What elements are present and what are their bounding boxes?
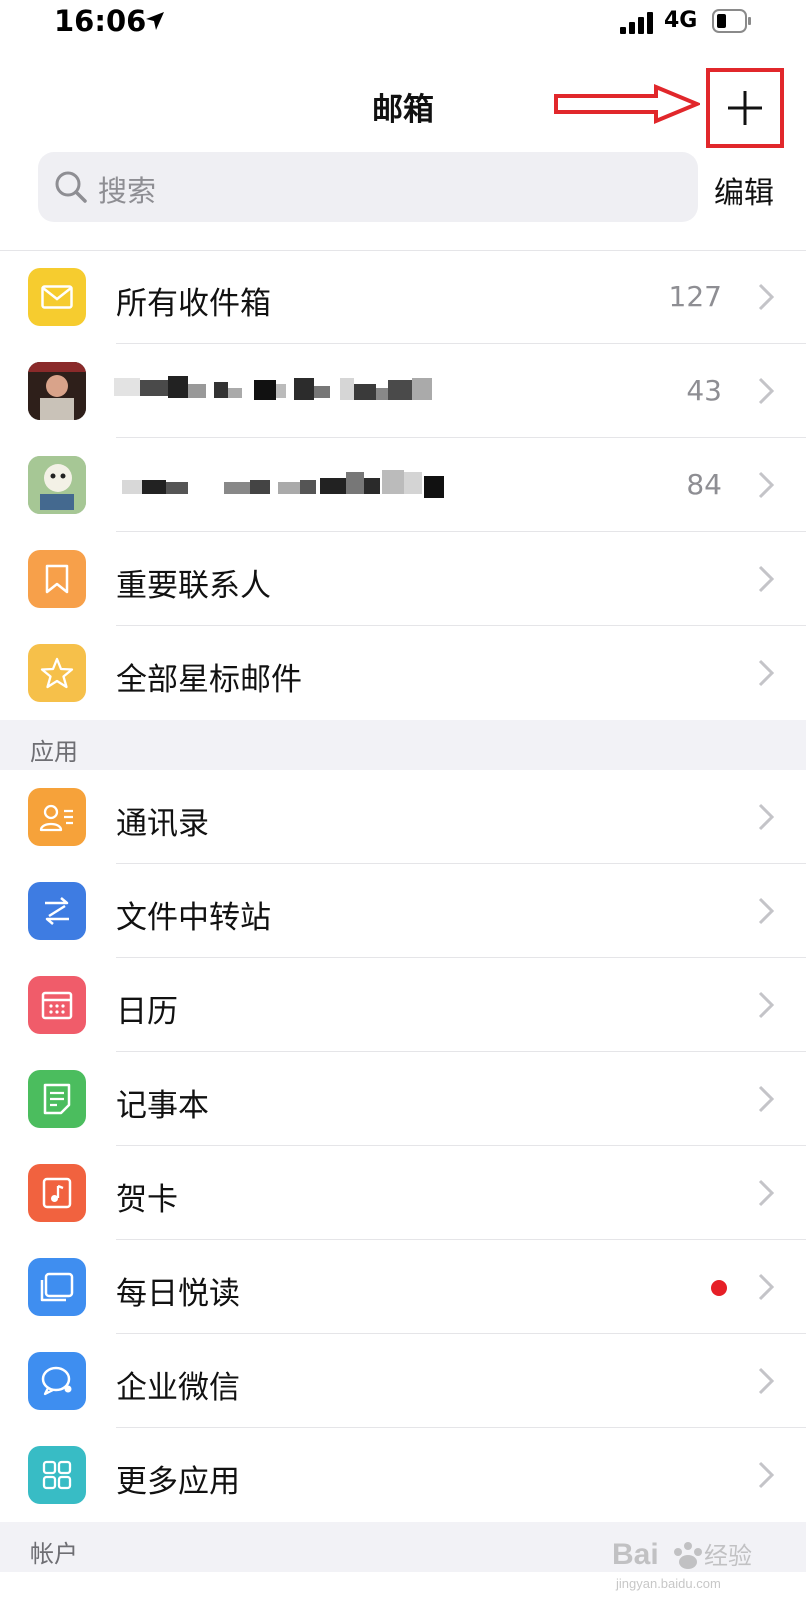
status-time: 16:06 bbox=[54, 4, 147, 38]
chevron-right-icon bbox=[758, 897, 774, 925]
row-label: 重要联系人 bbox=[116, 568, 271, 604]
app-row-notepad[interactable]: 记事本 bbox=[0, 1052, 806, 1146]
app-row-calendar[interactable]: 日历 bbox=[0, 958, 806, 1052]
edit-button[interactable]: 编辑 bbox=[714, 168, 774, 212]
avatar bbox=[28, 456, 86, 514]
location-arrow-icon bbox=[146, 12, 164, 30]
row-label: 更多应用 bbox=[116, 1464, 240, 1500]
obscured-account-name bbox=[122, 470, 444, 498]
watermark-text-2: 经验 bbox=[704, 1542, 752, 1570]
notepad-icon bbox=[28, 1070, 86, 1128]
row-label: 企业微信 bbox=[116, 1370, 240, 1406]
watermark-text: Bai bbox=[612, 1538, 659, 1571]
chevron-right-icon bbox=[758, 1273, 774, 1301]
plus-icon bbox=[728, 91, 762, 125]
star-icon bbox=[28, 644, 86, 702]
app-row-more-apps[interactable]: 更多应用 bbox=[0, 1428, 806, 1522]
section-label: 应用 bbox=[30, 738, 78, 766]
chevron-right-icon bbox=[758, 659, 774, 687]
calendar-icon bbox=[28, 976, 86, 1034]
app-row-contacts[interactable]: 通讯录 bbox=[0, 770, 806, 864]
mailbox-row-all-inboxes[interactable]: 所有收件箱 127 bbox=[0, 250, 806, 344]
chevron-right-icon bbox=[758, 1179, 774, 1207]
unread-count: 127 bbox=[668, 280, 722, 313]
app-row-greeting-card[interactable]: 贺卡 bbox=[0, 1146, 806, 1240]
search-placeholder: 搜索 bbox=[98, 174, 157, 208]
add-account-button[interactable] bbox=[706, 68, 784, 148]
more-apps-icon bbox=[28, 1446, 86, 1504]
chevron-right-icon bbox=[758, 471, 774, 499]
chevron-right-icon bbox=[758, 377, 774, 405]
file-transfer-icon bbox=[28, 882, 86, 940]
obscured-account-name bbox=[114, 376, 432, 400]
baidu-watermark-logo: Bai 经验 jingyan.baidu.com bbox=[612, 1538, 752, 1591]
mailbox-row-important-contacts[interactable]: 重要联系人 bbox=[0, 532, 806, 626]
greeting-card-icon bbox=[28, 1164, 86, 1222]
wecom-icon bbox=[28, 1352, 86, 1410]
mail-icon bbox=[28, 268, 86, 326]
status-bar: 16:06 4G bbox=[0, 0, 806, 50]
search-icon bbox=[55, 171, 87, 203]
watermark-url: jingyan.baidu.com bbox=[615, 1576, 721, 1591]
row-label: 文件中转站 bbox=[116, 900, 271, 936]
app-row-daily-reading[interactable]: 每日悦读 bbox=[0, 1240, 806, 1334]
row-label: 贺卡 bbox=[116, 1182, 178, 1218]
section-label: 帐户 bbox=[30, 1540, 78, 1568]
chevron-right-icon bbox=[758, 991, 774, 1019]
section-header-apps: 应用 bbox=[0, 720, 806, 770]
chevron-right-icon bbox=[758, 1367, 774, 1395]
chevron-right-icon bbox=[758, 565, 774, 593]
unread-count: 43 bbox=[686, 374, 722, 407]
unread-count: 84 bbox=[686, 468, 722, 501]
chevron-right-icon bbox=[758, 1461, 774, 1489]
chevron-right-icon bbox=[758, 1085, 774, 1113]
search-input[interactable]: 搜索 bbox=[38, 152, 698, 222]
network-type: 4G bbox=[664, 8, 698, 33]
cellular-signal-icon bbox=[620, 12, 653, 34]
mailbox-row-starred[interactable]: 全部星标邮件 bbox=[0, 626, 806, 720]
battery-icon bbox=[712, 9, 751, 33]
row-label: 日历 bbox=[116, 994, 178, 1030]
row-label: 记事本 bbox=[116, 1088, 209, 1124]
unread-dot-badge bbox=[711, 1280, 727, 1296]
row-label: 通讯录 bbox=[116, 806, 209, 842]
mailbox-row-account-1[interactable]: 43 bbox=[0, 344, 806, 438]
bookmark-icon bbox=[28, 550, 86, 608]
mailbox-row-account-2[interactable]: 84 bbox=[0, 438, 806, 532]
app-row-wecom[interactable]: 企业微信 bbox=[0, 1334, 806, 1428]
chevron-right-icon bbox=[758, 283, 774, 311]
avatar bbox=[28, 362, 86, 420]
annotation-arrow-icon bbox=[554, 84, 700, 124]
row-label: 全部星标邮件 bbox=[116, 662, 302, 698]
contacts-icon bbox=[28, 788, 86, 846]
chevron-right-icon bbox=[758, 803, 774, 831]
row-label: 所有收件箱 bbox=[116, 286, 271, 322]
row-label: 每日悦读 bbox=[116, 1276, 240, 1312]
app-row-file-transfer[interactable]: 文件中转站 bbox=[0, 864, 806, 958]
reading-icon bbox=[28, 1258, 86, 1316]
